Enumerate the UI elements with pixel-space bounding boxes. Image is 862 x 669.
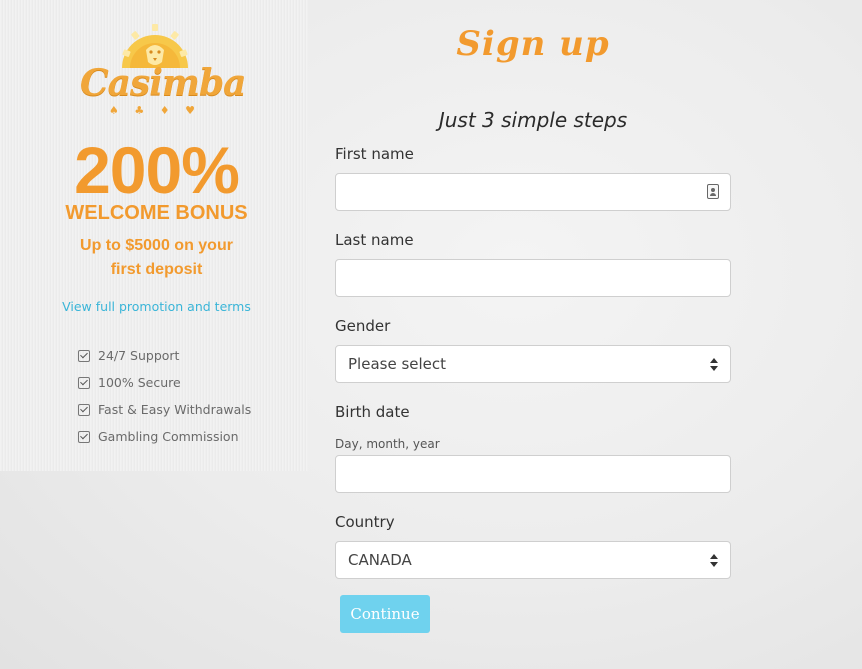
country-select[interactable]: CANADA [335,541,731,579]
feature-label: 24/7 Support [98,348,180,363]
feature-item: Fast & Easy Withdrawals [78,396,251,423]
logo-suits: ♠ ♣ ♦ ♥ [109,104,201,117]
select-arrows-icon [710,358,718,371]
gender-label: Gender [335,317,391,335]
birth-date-input[interactable] [335,455,731,493]
checkbox-checked-icon [78,376,90,389]
checkbox-checked-icon [78,430,90,443]
page-subtitle: Just 3 simple steps [438,108,628,132]
feature-item: 24/7 Support [78,342,251,369]
last-name-input[interactable] [335,259,731,297]
gender-select[interactable]: Please select [335,345,731,383]
page-title: Sign up [456,24,610,64]
feature-label: Gambling Commission [98,429,239,444]
feature-list: 24/7 Support 100% Secure Fast & Easy Wit… [78,342,251,450]
feature-item: Gambling Commission [78,423,251,450]
logo-wordmark: Casimba [80,62,247,104]
first-name-input[interactable] [335,173,731,211]
last-name-label: Last name [335,231,414,249]
bonus-percentage: 200% [74,133,240,207]
feature-label: 100% Secure [98,375,181,390]
first-name-label: First name [335,145,414,163]
casimba-logo[interactable]: Casimba ♠ ♣ ♦ ♥ [80,22,247,118]
continue-button[interactable]: Continue [340,595,430,633]
checkbox-checked-icon [78,403,90,416]
birth-date-hint: Day, month, year [335,437,440,451]
feature-item: 100% Secure [78,369,251,396]
bonus-detail: Up to $5000 on your first deposit [80,237,233,278]
bonus-title: WELCOME BONUS [65,202,248,224]
country-selected-value: CANADA [348,551,412,569]
checkbox-checked-icon [78,349,90,362]
promotion-terms-link[interactable]: View full promotion and terms [0,299,313,314]
contact-card-icon[interactable] [707,184,719,199]
feature-label: Fast & Easy Withdrawals [98,402,252,417]
birth-date-label: Birth date [335,403,410,421]
country-label: Country [335,513,395,531]
promo-panel: Casimba ♠ ♣ ♦ ♥ 200% WELCOME BONUS Up to… [0,0,308,471]
gender-selected-value: Please select [348,355,447,373]
select-arrows-icon [710,554,718,567]
